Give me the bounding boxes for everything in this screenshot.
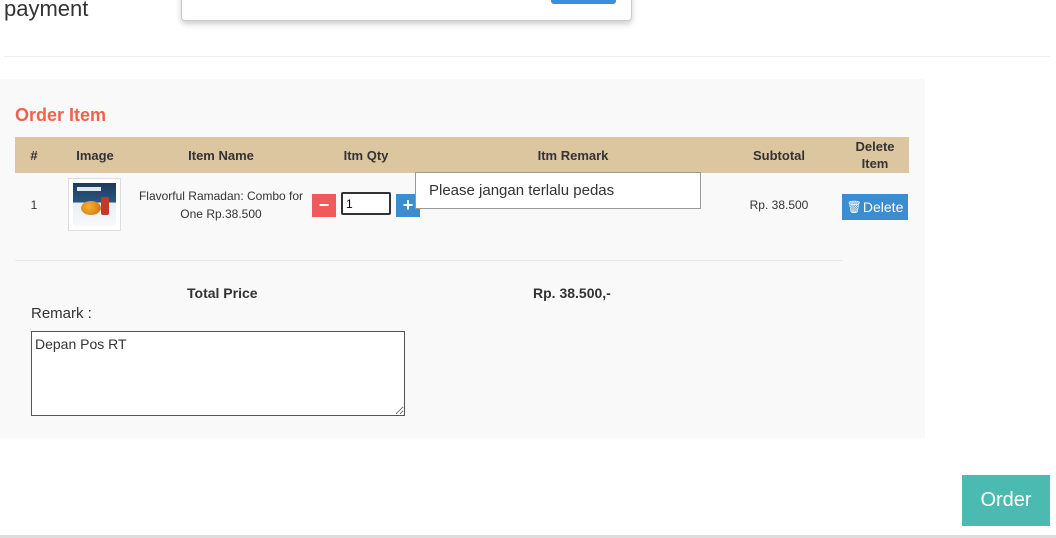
trash-icon: 🗑 [846,200,862,214]
popup-button[interactable] [551,0,616,4]
column-remark: Itm Remark [537,147,609,163]
remark-textarea[interactable]: Depan Pos RT [31,331,405,416]
food-thumbnail-icon [73,183,116,226]
column-number: # [30,147,38,163]
page-title: payment [4,0,89,21]
column-qty: Itm Qty [343,147,389,163]
delete-label: Delete [862,199,904,215]
column-subtotal: Subtotal [753,147,805,163]
order-item-heading: Order Item [15,105,107,125]
total-price-label: Total Price [187,285,258,301]
item-remark-field [415,172,701,209]
qty-input[interactable] [341,192,391,215]
dropdown-popup [181,0,632,21]
item-subtotal: Rp. 38.500 [749,198,809,212]
order-panel: Order Item # Image Item Name Itm Qty Itm… [0,79,925,438]
row-divider [15,260,842,261]
total-price-value: Rp. 38.500,- [533,285,611,301]
column-delete: Delete Item [855,139,895,171]
item-remark-input[interactable] [415,172,701,209]
row-number: 1 [30,198,38,212]
column-item-name: Item Name [188,147,254,163]
item-name: Flavorful Ramadan: Combo for One Rp.38.5… [138,189,304,221]
column-image: Image [76,147,114,163]
remark-label: Remark : [31,305,92,322]
order-button[interactable]: Order [962,475,1050,526]
table-header: # Image Item Name Itm Qty Itm Remark Sub… [15,137,909,173]
divider [4,56,1050,57]
delete-button[interactable]: 🗑 Delete [842,194,908,220]
item-image [68,178,121,231]
qty-decrease-button[interactable]: − [312,194,336,217]
